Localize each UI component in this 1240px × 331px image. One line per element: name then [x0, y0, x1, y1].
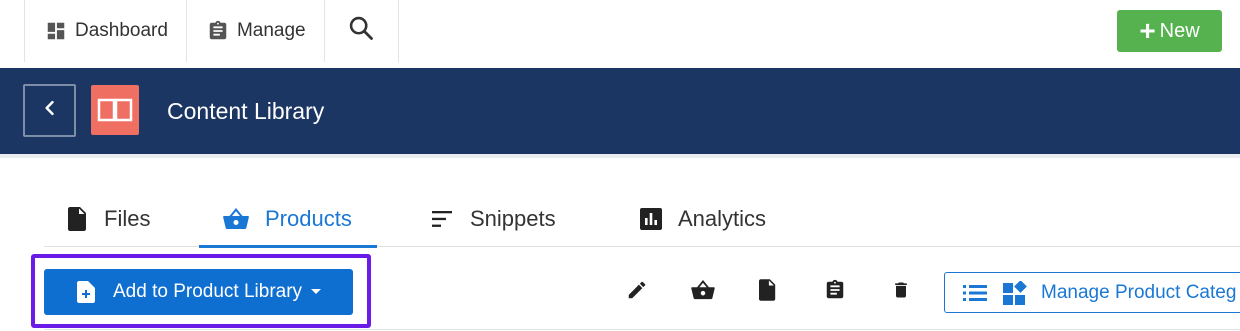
plus-icon: + — [1139, 15, 1156, 46]
file-add-icon — [77, 281, 95, 303]
tab-files-label: Files — [104, 205, 151, 231]
file-icon — [759, 278, 777, 306]
tab-bar: Files Products Snippets Analytics — [44, 190, 1240, 248]
list-icon — [963, 284, 987, 301]
tab-products[interactable]: Products — [199, 190, 377, 248]
page-title: Content Library — [167, 98, 325, 124]
open-book-icon — [91, 85, 139, 135]
basket-icon — [691, 279, 715, 305]
top-nav: Dashboard Manage — [24, 0, 399, 62]
back-button[interactable] — [23, 84, 76, 137]
chevron-left-icon — [40, 98, 60, 123]
lines-icon — [432, 210, 454, 228]
header-divider — [0, 154, 1240, 158]
widgets-icon — [1003, 280, 1027, 305]
dashboard-label: Dashboard — [75, 20, 168, 41]
manage-categories-label: Manage Product Categ — [1041, 281, 1237, 303]
dashboard-icon — [45, 20, 67, 42]
page-header: Content Library — [0, 68, 1240, 154]
clipboard-icon — [207, 20, 229, 42]
manage-nav-item[interactable]: Manage — [187, 0, 325, 62]
tab-snippets-label: Snippets — [470, 205, 556, 231]
add-to-product-library-button[interactable]: Add to Product Library — [44, 269, 353, 315]
clipboard-button[interactable] — [822, 279, 848, 305]
trash-icon — [891, 279, 911, 306]
tab-analytics-label: Analytics — [678, 205, 767, 231]
manage-label: Manage — [236, 20, 306, 41]
delete-button[interactable] — [888, 279, 914, 305]
search-icon — [347, 14, 375, 48]
tab-analytics[interactable]: Analytics — [609, 190, 824, 247]
new-label: New — [1159, 19, 1200, 42]
document-button[interactable] — [755, 278, 781, 306]
clipboard-icon — [824, 279, 846, 306]
tab-files[interactable]: Files — [44, 190, 199, 247]
basket-icon — [223, 207, 249, 230]
dashboard-nav-item[interactable]: Dashboard — [25, 0, 187, 62]
top-bar: Dashboard Manage + New — [0, 0, 1240, 68]
new-button[interactable]: + New — [1117, 10, 1222, 52]
product-button[interactable] — [690, 279, 716, 305]
pencil-icon — [626, 279, 648, 306]
manage-product-categories-button[interactable]: Manage Product Categ — [944, 272, 1240, 313]
tab-products-label: Products — [265, 205, 352, 231]
file-icon — [68, 206, 88, 231]
bar-chart-icon — [640, 207, 662, 230]
tab-snippets[interactable]: Snippets — [377, 190, 609, 247]
add-button-label: Add to Product Library — [113, 281, 303, 302]
toolbar-divider — [44, 329, 1240, 330]
caret-down-icon — [310, 288, 322, 296]
search-button[interactable] — [325, 0, 399, 62]
edit-button[interactable] — [624, 279, 650, 305]
